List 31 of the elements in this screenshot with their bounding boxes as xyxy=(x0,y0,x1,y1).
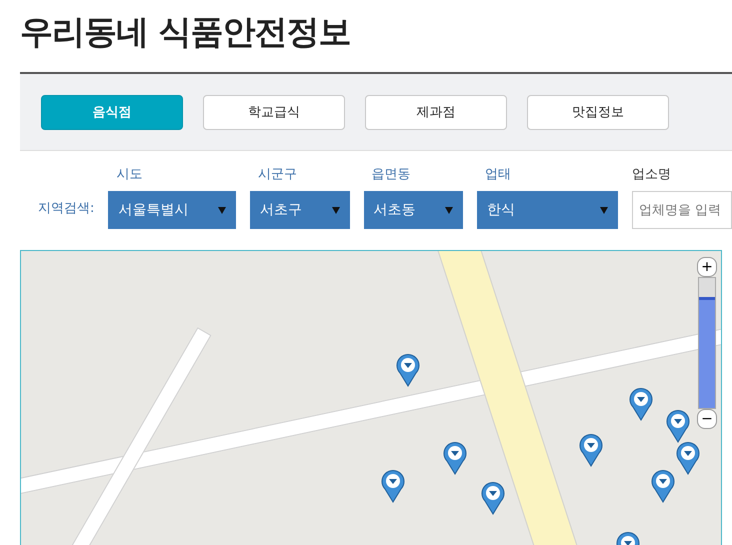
category-tab[interactable]: 제과점 xyxy=(365,94,507,130)
map-pin-icon[interactable] xyxy=(579,433,603,467)
zoom-slider[interactable] xyxy=(698,277,716,409)
category-tab[interactable]: 맛집정보 xyxy=(527,94,669,130)
caret-icon xyxy=(600,206,608,214)
filter-label: 업소명 xyxy=(632,166,672,183)
filter-label: 업태 xyxy=(485,166,512,183)
caret-icon xyxy=(218,206,226,214)
map-pin-icon[interactable] xyxy=(676,441,700,475)
zoom-in-button[interactable]: + xyxy=(697,257,717,277)
caret-icon xyxy=(332,206,340,214)
filter-dropdown[interactable]: 한식 xyxy=(477,191,618,229)
name-input-field[interactable]: 업체명을 입력 xyxy=(632,191,732,229)
map-pin-icon[interactable] xyxy=(396,353,420,387)
region-search-label: 지역검색: xyxy=(38,200,96,217)
filter-label: 시군구 xyxy=(258,166,298,183)
category-tab[interactable]: 학교급식 xyxy=(203,94,345,130)
map-pin-icon[interactable] xyxy=(481,481,505,515)
zoom-out-button[interactable]: − xyxy=(697,409,717,429)
map-pin-icon[interactable] xyxy=(381,469,405,503)
filter-dropdown[interactable]: 서초구 xyxy=(250,191,350,229)
map-pin-icon[interactable] xyxy=(666,409,690,443)
map-pin-icon[interactable] xyxy=(443,441,467,475)
filter-dropdown[interactable]: 서울특별시 xyxy=(108,191,236,229)
map-pin-icon[interactable] xyxy=(651,469,675,503)
caret-icon xyxy=(445,206,454,214)
page-title: 우리동네 식품안전정보 xyxy=(19,11,352,53)
filter-dropdown[interactable]: 서초동 xyxy=(364,191,464,229)
map-pin-icon[interactable] xyxy=(629,387,653,421)
filter-label: 읍면동 xyxy=(372,166,412,183)
filter-label: 시도 xyxy=(116,166,144,183)
